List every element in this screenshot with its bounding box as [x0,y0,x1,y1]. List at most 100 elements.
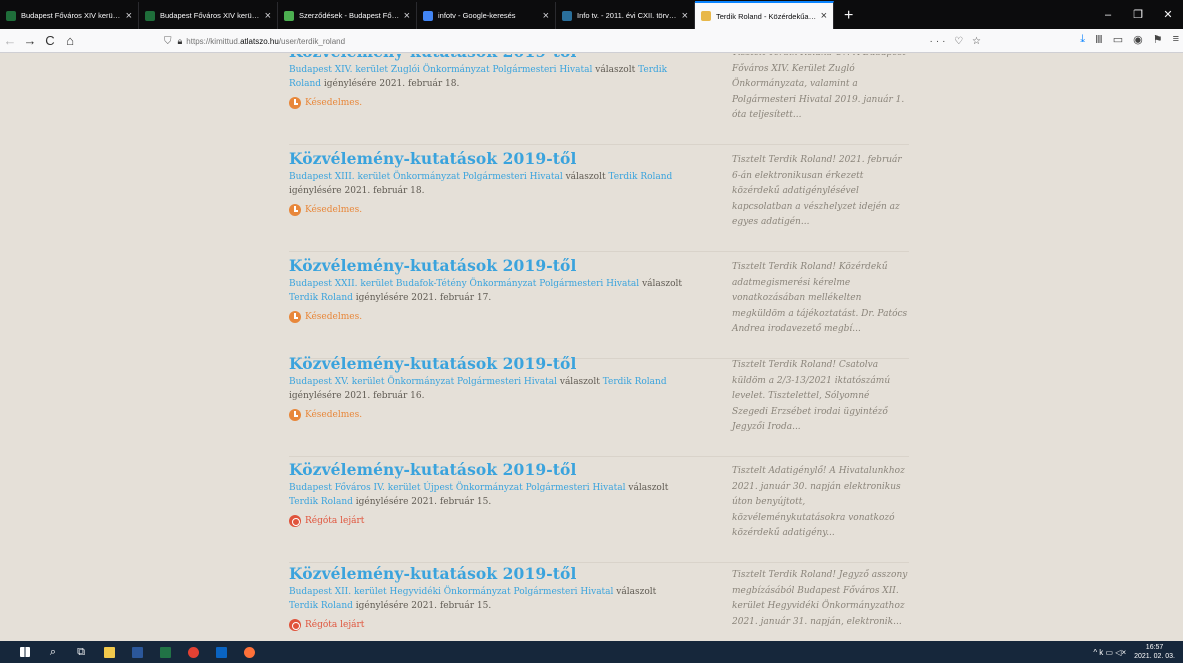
firefox-icon[interactable] [236,641,262,663]
date-text: igénylésére 2021. február 16. [289,391,425,401]
verb-text: válaszolt [628,483,669,493]
requester-link[interactable]: Terdik Roland [608,172,672,182]
page-actions[interactable]: ··· ♡ ☆ [930,36,984,47]
request-title[interactable]: Közvélemény-kutatások 2019-től [289,564,684,584]
windows-start-icon[interactable] [12,641,38,663]
browser-tab[interactable]: Terdik Roland - Közérdekűadat × [695,1,834,29]
close-window-icon[interactable]: ✕ [1153,8,1183,21]
response-excerpt[interactable]: Tisztelt Terdik Roland Úr! A Budapest Fő… [732,54,908,124]
request-summary: Közvélemény-kutatások 2019-től Budapest X… [289,256,684,323]
request-summary: Közvélemény-kutatások 2019-től Budapest X… [289,54,684,109]
request-title[interactable]: Közvélemény-kutatások 2019-től [289,149,684,169]
restore-icon[interactable]: ❐ [1123,8,1153,21]
tab-close-icon[interactable]: × [682,10,688,22]
task-view-icon[interactable]: ⧉ [68,641,94,663]
expired-icon [289,515,301,527]
search-icon[interactable]: ⌕ [40,641,66,663]
tab-close-icon[interactable]: × [543,10,549,22]
request-summary: Közvélemény-kutatások 2019-től Budapest X… [289,564,684,631]
tab-close-icon[interactable]: × [126,10,132,22]
library-icon[interactable]: Ⅲ [1095,33,1103,46]
tab-title: Szerződések - Budapest Főváros [299,11,400,20]
response-excerpt[interactable]: Tisztelt Adatigénylő! A Hivatalunkhoz 20… [732,464,908,542]
browser-tab[interactable]: Info tv. - 2011. évi CXII. törvény × [556,2,695,29]
tab-title: Budapest Főváros XIV kerület Z [21,11,122,20]
tab-close-icon[interactable]: × [265,10,271,22]
minimize-icon[interactable]: – [1093,9,1123,21]
clock[interactable]: 16:57 2021. 02. 03. [1134,643,1175,661]
navigation-bar: ← → C ⌂ ⛉ 🔒︎ https://kimittud.atlatszo.h… [0,29,1183,53]
download-icon[interactable]: ⤓ [1080,33,1085,46]
url-text[interactable]: https://kimittud.atlatszo.hu/user/terdik… [186,37,345,46]
lock-icon[interactable]: 🔒︎ [178,36,183,47]
file-explorer-icon[interactable] [96,641,122,663]
tab-close-icon[interactable]: × [821,10,827,22]
date-text: igénylésére 2021. február 18. [289,186,425,196]
verb-text: válaszolt [559,377,600,387]
clock-icon [289,97,301,109]
request-title[interactable]: Közvélemény-kutatások 2019-től [289,54,684,62]
requester-link[interactable]: Terdik Roland [289,293,353,303]
authority-link[interactable]: Budapest XV. kerület Önkormányzat Polgár… [289,377,557,387]
clock-icon [289,204,301,216]
request-item: Közvélemény-kutatások 2019-től Budapest F… [289,460,909,563]
reload-icon[interactable]: C [40,33,60,48]
request-item: Közvélemény-kutatások 2019-től Budapest X… [289,149,909,252]
request-title[interactable]: Közvélemény-kutatások 2019-től [289,256,684,276]
browser-tab[interactable]: infotv - Google-keresés × [417,2,556,29]
authority-link[interactable]: Budapest Főváros IV. kerület Újpest Önko… [289,483,626,493]
browser-tab[interactable]: Szerződések - Budapest Főváros × [278,2,417,29]
app-tile [243,646,255,658]
clock-date: 2021. 02. 03. [1134,653,1175,660]
request-meta: Budapest XII. kerület Hegyvidéki Önkormá… [289,585,684,613]
home-icon[interactable]: ⌂ [60,33,80,48]
requester-link[interactable]: Terdik Roland [603,377,667,387]
request-title[interactable]: Közvélemény-kutatások 2019-től [289,460,684,480]
date-text: igénylésére 2021. február 15. [355,601,492,611]
outlook-icon[interactable] [208,641,234,663]
tab-favicon-icon [6,10,16,21]
sidebar-icon[interactable]: ▭ [1113,33,1123,46]
authority-link[interactable]: Budapest XIV. kerület Zuglói Önkormányza… [289,65,592,75]
browser-tab[interactable]: Budapest Főváros XIV kerület Z × [0,2,139,29]
back-icon[interactable]: ← [0,33,20,48]
app-tile [215,646,227,658]
tab-title: Terdik Roland - Közérdekűadat [716,11,817,21]
menu-icon[interactable]: ≡ [1173,33,1179,46]
chrome-icon[interactable] [180,641,206,663]
new-tab-button[interactable]: + [834,7,863,29]
toolbar-icons: ⤓ Ⅲ ▭ ◉ ⚑ ≡ [1080,33,1179,46]
requester-link[interactable]: Terdik Roland [289,601,353,611]
authority-link[interactable]: Budapest XIII. kerület Önkormányzat Polg… [289,172,563,182]
status-label: Késedelmes. [305,205,363,215]
tab-favicon-icon [562,10,572,21]
tracking-shield-icon[interactable]: ⛉ [164,36,172,47]
request-meta: Budapest XIV. kerület Zuglói Önkormányza… [289,63,684,91]
request-meta: Budapest XV. kerület Önkormányzat Polgár… [289,375,684,403]
response-excerpt[interactable]: Tisztelt Terdik Roland! Csatolva küldöm … [732,358,908,436]
request-summary: Közvélemény-kutatások 2019-től Budapest F… [289,460,684,527]
url-bar[interactable]: ⛉ 🔒︎ https://kimittud.atlatszo.hu/user/t… [164,32,984,50]
excel-icon[interactable] [152,641,178,663]
response-excerpt[interactable]: Tisztelt Terdik Roland! Közérdekű adatme… [732,260,908,338]
tray-icons[interactable]: ^ k ▭ ◁× [1093,648,1126,657]
response-excerpt[interactable]: Tisztelt Terdik Roland! Jegyző asszony m… [732,568,908,630]
extensions-icon[interactable]: ⚑ [1153,33,1163,46]
tab-bar: Budapest Főváros XIV kerület Z × Budapest … [0,0,1183,29]
response-excerpt[interactable]: Tisztelt Terdik Roland! 2021. február 6-… [732,153,908,231]
word-icon[interactable] [124,641,150,663]
status-label: Régóta lejárt [305,516,365,526]
status-label: Késedelmes. [305,312,363,322]
tab-title: Info tv. - 2011. évi CXII. törvény [577,11,678,20]
requester-link[interactable]: Terdik Roland [289,497,353,507]
authority-link[interactable]: Budapest XXII. kerület Budafok-Tétény Ön… [289,279,639,289]
request-title[interactable]: Közvélemény-kutatások 2019-től [289,354,684,374]
status-badge: Késedelmes. [289,311,684,323]
reader-icon[interactable]: ◉ [1133,33,1143,46]
date-text: igénylésére 2021. február 18. [323,79,460,89]
browser-tab[interactable]: Budapest Főváros XIV kerület Z × [139,2,278,29]
tab-close-icon[interactable]: × [404,10,410,22]
forward-icon[interactable]: → [20,33,40,48]
authority-link[interactable]: Budapest XII. kerület Hegyvidéki Önkormá… [289,587,613,597]
clock-icon [289,409,301,421]
